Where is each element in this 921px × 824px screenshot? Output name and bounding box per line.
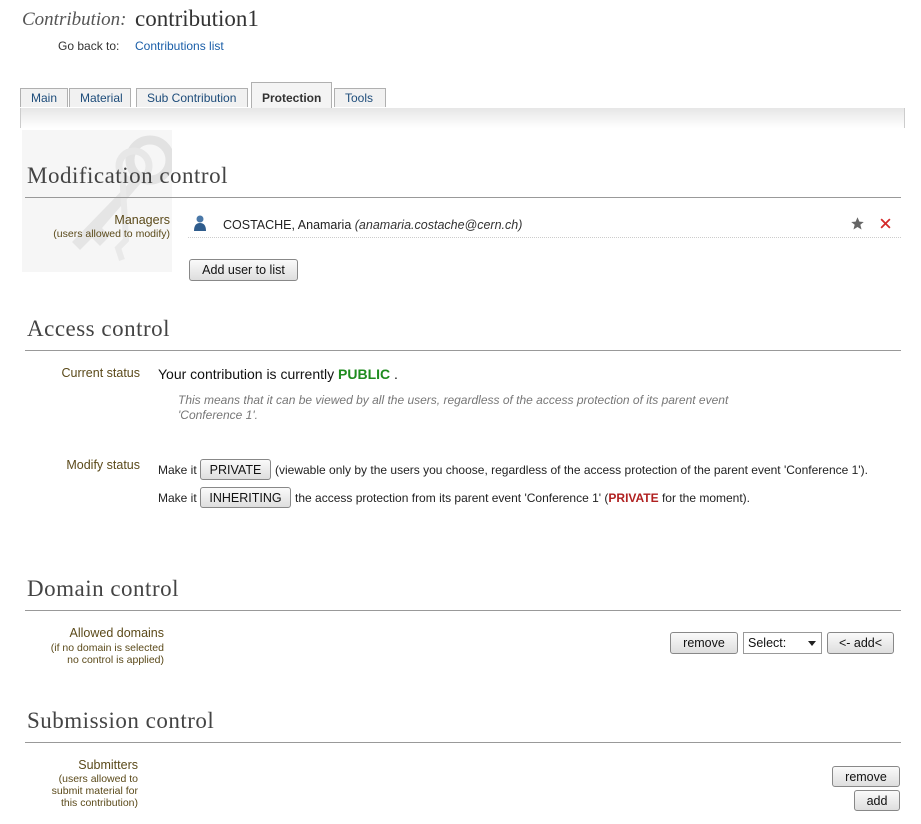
managers-label: Managers [114, 213, 170, 227]
managers-sub-label: (users allowed to modify) [53, 228, 170, 240]
submission-control-rule [25, 742, 901, 743]
domain-select[interactable]: Select: [743, 632, 822, 654]
allowed-domains-label: Allowed domains [69, 626, 165, 640]
tab-tools[interactable]: Tools [334, 88, 386, 107]
make-it-label: Make it [158, 463, 197, 477]
allowed-domains-sub-2: no control is applied) [67, 654, 164, 666]
star-icon[interactable] [850, 216, 865, 231]
submitters-label: Submitters [78, 758, 138, 772]
tab-protection[interactable]: Protection [251, 82, 332, 109]
status-prefix: Your contribution is currently [158, 366, 335, 382]
make-inheriting-button[interactable]: INHERITING [200, 487, 291, 508]
submitter-add-button[interactable]: add [854, 790, 900, 811]
submitters-sub-2: submit material for [51, 785, 138, 797]
modification-control-rule [25, 197, 901, 198]
make-it-label-2: Make it [158, 491, 197, 505]
submitters-sub-3: this contribution) [60, 797, 138, 809]
go-back-label: Go back to: [58, 39, 120, 53]
manager-user: COSTACHE, Anamaria (anamaria.costache@ce… [223, 218, 522, 232]
add-user-to-list-button[interactable]: Add user to list [189, 259, 298, 281]
page-title-label: Contribution: [22, 9, 127, 30]
domain-remove-button[interactable]: remove [670, 632, 738, 654]
status-suffix: . [394, 366, 398, 382]
tab-material[interactable]: Material [69, 88, 131, 107]
chevron-down-icon [808, 641, 816, 646]
submission-control-title: Submission control [27, 708, 215, 733]
allowed-domains-sub-1: (if no domain is selected [50, 642, 164, 654]
domain-select-value: Select: [748, 636, 787, 650]
submitters-sub-1: (users allowed to [58, 773, 138, 785]
user-icon [194, 215, 206, 231]
domain-control-rule [25, 610, 901, 611]
tab-content-shade [20, 108, 905, 128]
parent-private-badge: PRIVATE [608, 491, 659, 505]
key-watermark-icon [22, 130, 172, 272]
current-status-text: Your contribution is currently PUBLIC . [158, 366, 398, 382]
access-control-title: Access control [27, 316, 171, 341]
submitter-remove-button[interactable]: remove [832, 766, 900, 787]
manager-user-name: COSTACHE, Anamaria [223, 218, 352, 232]
manager-user-email: (anamaria.costache@cern.ch) [354, 218, 523, 232]
make-private-button[interactable]: PRIVATE [200, 459, 271, 480]
domain-add-button[interactable]: <- add< [827, 632, 894, 654]
access-control-rule [25, 350, 901, 351]
private-description: (viewable only by the users you choose, … [275, 463, 868, 477]
domain-control-title: Domain control [27, 576, 179, 601]
modify-status-label: Modify status [66, 458, 140, 472]
inheriting-description: the access protection from its parent ev… [295, 491, 750, 505]
page-title: contribution1 [135, 6, 259, 31]
status-description: This means that it can be viewed by all … [178, 393, 729, 422]
inheriting-desc-post: for the moment). [658, 491, 751, 505]
contributions-list-link[interactable]: Contributions list [135, 39, 224, 53]
tab-main[interactable]: Main [20, 88, 68, 107]
tab-bar: Main Material Sub Contribution Protectio… [20, 82, 905, 109]
remove-manager-icon[interactable] [878, 216, 893, 231]
modification-control-title: Modification control [27, 163, 228, 188]
tab-sub-contribution[interactable]: Sub Contribution [136, 88, 248, 107]
current-status-label: Current status [61, 366, 140, 380]
status-public-badge: PUBLIC [338, 366, 391, 382]
inheriting-desc-pre: the access protection from its parent ev… [295, 491, 609, 505]
